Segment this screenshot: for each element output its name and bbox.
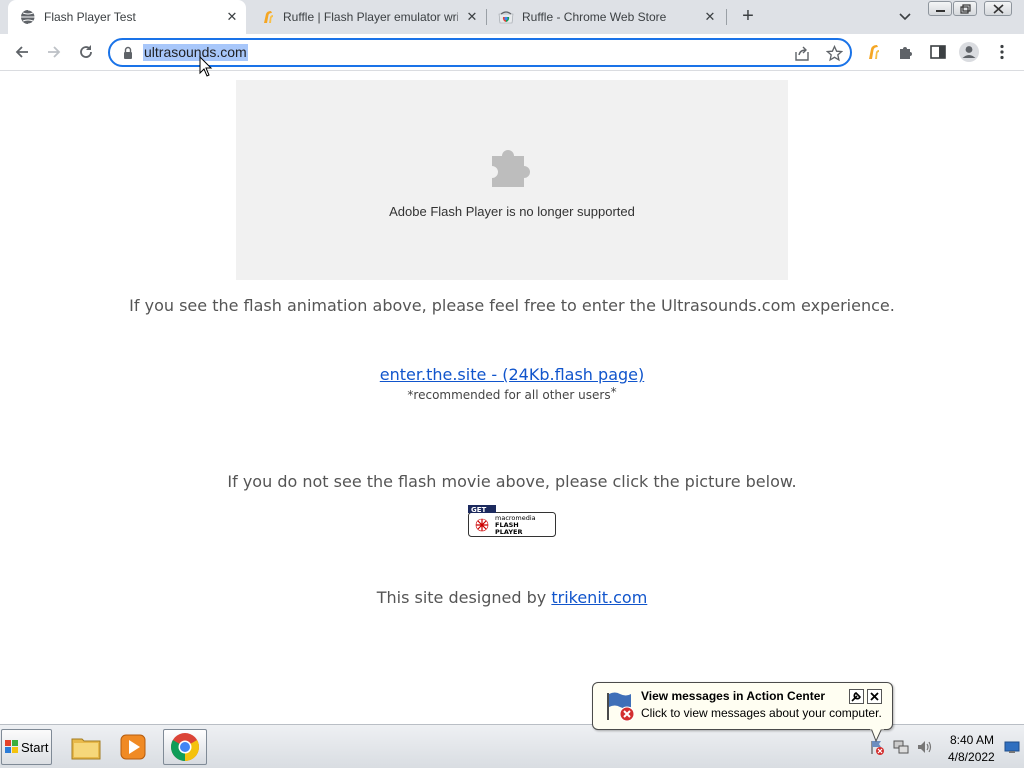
action-center-flag-icon [607,692,635,722]
forward-arrow-icon[interactable] [44,42,64,62]
extensions-puzzle-icon[interactable] [896,42,916,62]
lock-icon[interactable] [122,46,134,60]
share-icon[interactable] [794,46,810,62]
action-center-balloon[interactable]: View messages in Action Center Click to … [592,682,893,730]
flash-logo-icon [475,518,489,532]
balloon-title: View messages in Action Center [641,689,826,703]
recommended-note: *recommended for all other users* [0,385,1024,402]
recommended-asterisk: * [610,385,617,399]
network-icon[interactable] [893,739,909,755]
flash-plugin-placeholder[interactable]: Adobe Flash Player is no longer supporte… [236,80,788,280]
more-menu-icon[interactable] [992,42,1012,62]
browser-toolbar: ultrasounds.com [0,34,1024,71]
plugin-unsupported-message: Adobe Flash Player is no longer supporte… [389,204,635,219]
profile-avatar-icon[interactable] [958,41,980,63]
media-player-icon[interactable] [111,729,155,765]
balloon-close-button[interactable] [867,689,882,704]
close-tab-icon[interactable]: ✕ [702,9,718,25]
close-window-button[interactable] [984,1,1012,16]
page-content: Adobe Flash Player is no longer supporte… [0,72,1024,724]
new-tab-button[interactable]: + [738,6,758,27]
intro-text: If you see the flash animation above, pl… [129,296,895,315]
minimize-button[interactable] [928,1,952,16]
designed-by-line: This site designed by trikenit.com [0,588,1024,607]
mouse-cursor-icon [199,56,213,77]
tab-flash-player-test[interactable]: Flash Player Test ✕ [8,0,246,34]
globe-icon [21,9,36,25]
url-text[interactable]: ultrasounds.com [143,44,248,61]
enter-site-link-text[interactable]: enter.the.site - (24Kb.flash page) [380,365,644,384]
enter-site-link: enter.the.site - (24Kb.flash page) [0,365,1024,384]
tab-separator [486,9,487,25]
chevron-down-icon[interactable] [896,8,914,26]
tab-chrome-web-store[interactable]: Ruffle - Chrome Web Store ✕ [488,0,726,34]
start-button[interactable]: Start [1,729,52,765]
windows-flag-icon [5,740,18,753]
chrome-taskbar-button[interactable] [163,729,207,765]
bookmark-star-icon[interactable] [826,45,843,62]
close-tab-icon[interactable]: ✕ [224,9,240,25]
clock-date[interactable]: 4/8/2022 [948,750,995,764]
ruffle-icon [264,11,273,23]
reload-icon[interactable] [76,42,96,62]
ruffle-extension-icon[interactable] [864,42,884,62]
get-label: GET [471,506,487,514]
designed-by-text: This site designed by [376,588,552,607]
puzzle-plugin-icon [492,150,530,187]
tab-strip: Flash Player Test ✕ Ruffle | Flash Playe… [0,0,1024,34]
back-arrow-icon[interactable] [12,42,32,62]
balloon-settings-button[interactable] [849,689,864,704]
show-desktop-icon[interactable] [1004,739,1020,755]
close-icon [870,692,879,701]
wrench-icon [851,692,861,702]
tab-ruffle-emulator[interactable]: Ruffle | Flash Player emulator writ ✕ [248,0,486,34]
designer-link[interactable]: trikenit.com [551,588,647,607]
clock-time[interactable]: 8:40 AM [950,733,994,747]
balloon-text: Click to view messages about your comput… [641,706,882,720]
close-tab-icon[interactable]: ✕ [464,9,480,25]
no-flash-text: If you do not see the flash movie above,… [227,472,797,491]
chrome-icon [171,733,199,761]
get-flash-player-badge[interactable]: GET macromedia FLASH PLAYER [468,505,556,537]
player-label: PLAYER [495,528,522,536]
chrome-web-store-icon [498,11,514,24]
address-bar[interactable]: ultrasounds.com [108,38,852,67]
volume-icon[interactable] [917,739,933,755]
restore-button[interactable] [953,1,977,16]
tab-title: Ruffle | Flash Player emulator writ [283,10,458,24]
side-panel-icon[interactable] [928,42,948,62]
start-label: Start [21,740,49,755]
tab-title: Ruffle - Chrome Web Store [522,10,667,24]
recommended-text: *recommended for all other users [407,388,611,402]
file-explorer-icon[interactable] [64,729,108,765]
tab-title: Flash Player Test [44,10,136,24]
tab-separator [726,9,727,25]
balloon-tail [870,728,884,742]
